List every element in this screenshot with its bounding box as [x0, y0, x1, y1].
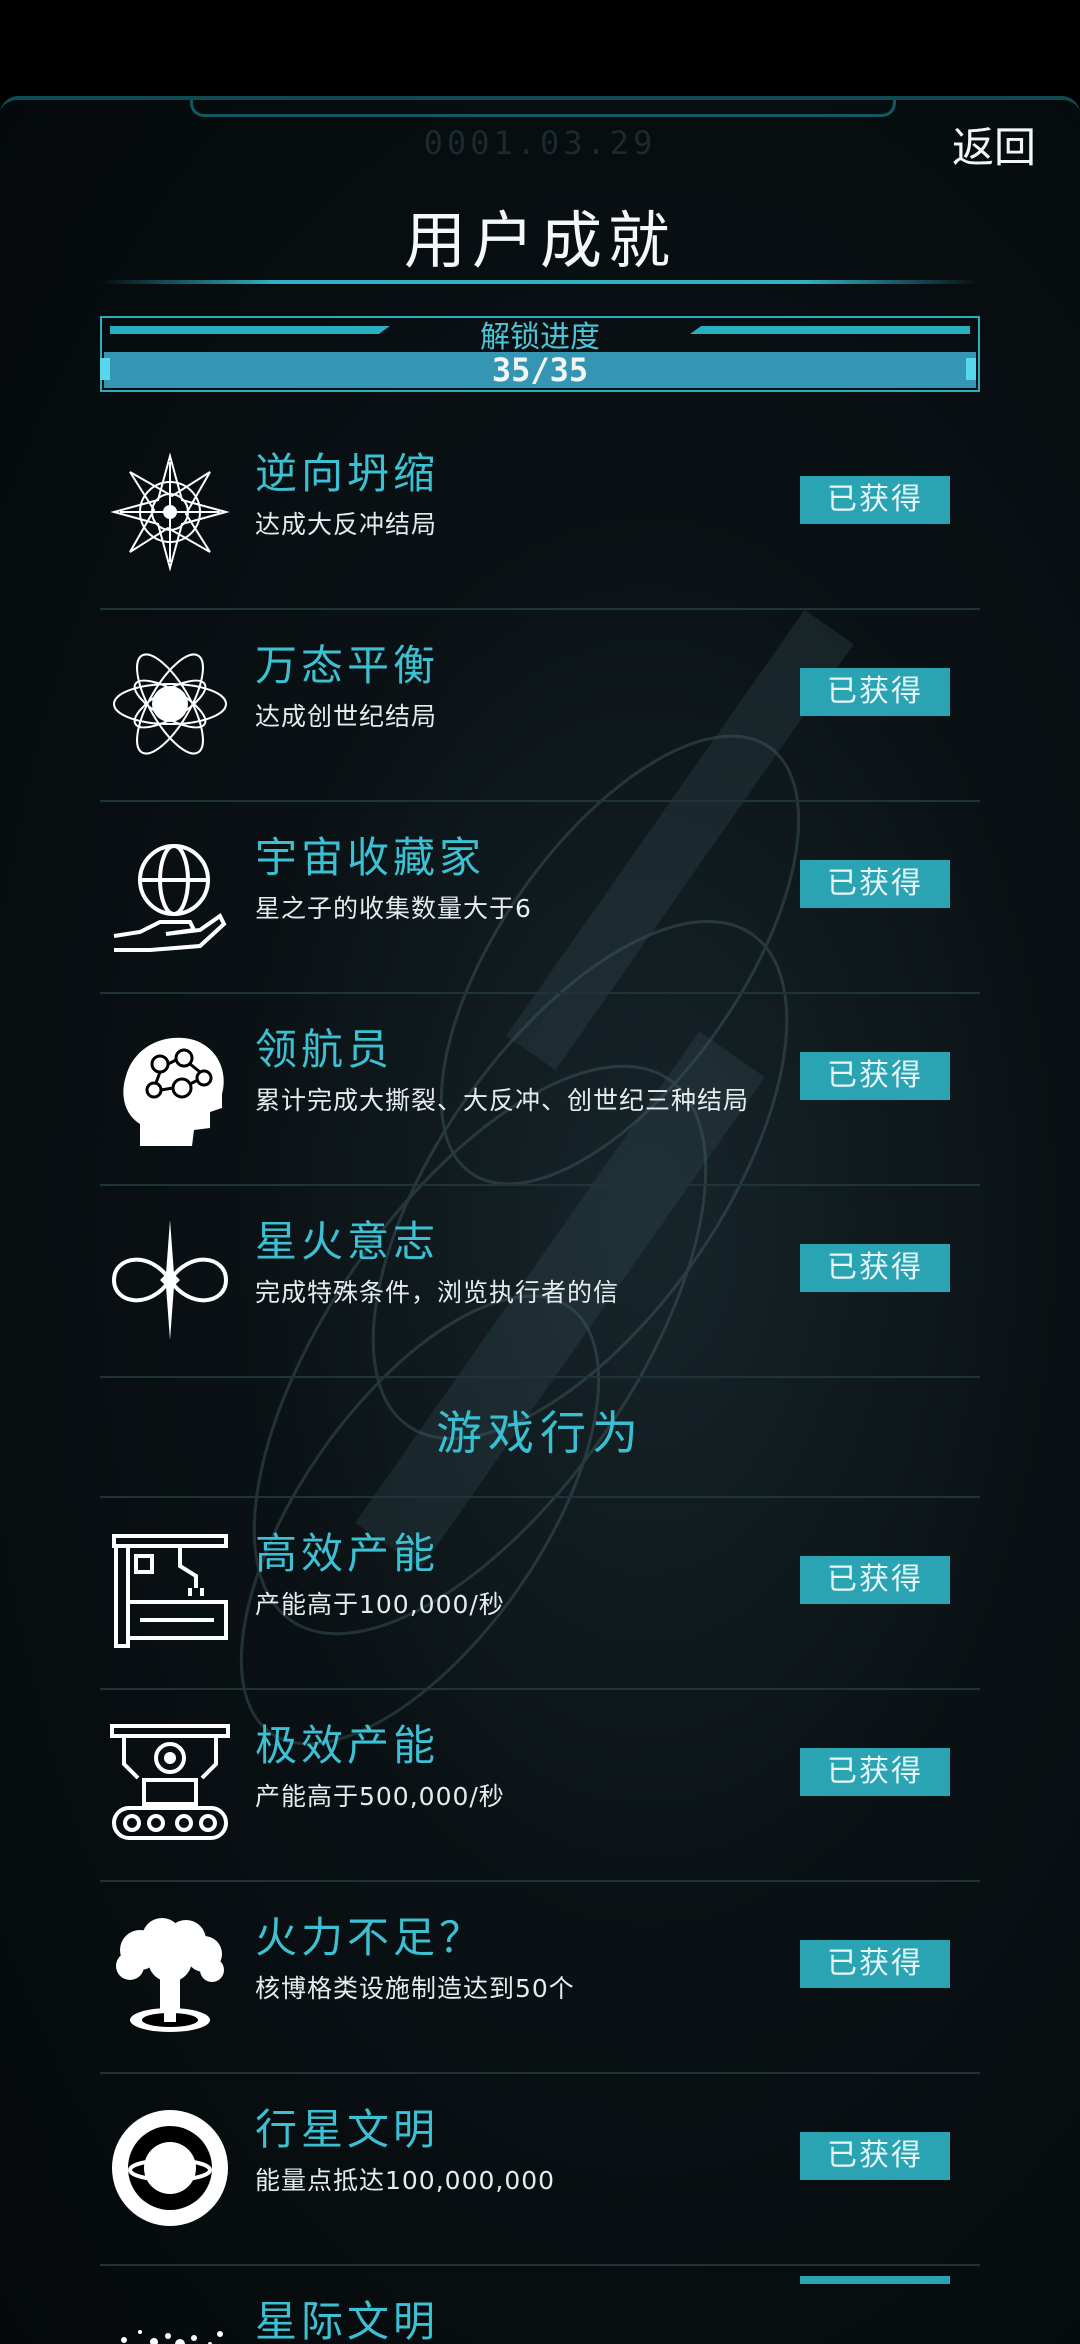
ringed-planet-icon [112, 2110, 228, 2226]
achievement-name: 极效产能 [255, 1721, 440, 1770]
achievement-name: 逆向坍缩 [255, 449, 440, 498]
achievement-item: 行星文明 能量点抵达100,000,000 已获得 [100, 2074, 980, 2266]
obtained-button[interactable]: 已获得 [800, 1244, 950, 1292]
achievement-desc: 产能高于500,000/秒 [255, 1782, 505, 1811]
achievement-name: 火力不足？ [255, 1913, 486, 1962]
section-title-game-behavior: 游戏行为 [100, 1378, 980, 1498]
obtained-button[interactable]: 已获得 [800, 1052, 950, 1100]
hand-globe-icon [113, 844, 227, 952]
achievement-item: 逆向坍缩 达成大反冲结局 已获得 [100, 418, 980, 610]
obtained-button-partial[interactable] [800, 2276, 950, 2284]
title-divider [100, 280, 980, 284]
achievement-desc: 能量点抵达100,000,000 [255, 2166, 556, 2195]
achievement-name: 领航员 [255, 1025, 394, 1074]
achievement-desc: 核博格类设施制造达到50个 [255, 1974, 575, 2003]
achievement-desc: 达成创世纪结局 [255, 702, 438, 731]
mandala-star-icon [110, 452, 230, 572]
achievement-name: 星际文明 [255, 2297, 440, 2344]
achievement-name: 星火意志 [255, 1217, 440, 1266]
orbit-atom-icon [113, 653, 227, 755]
obtained-button[interactable]: 已获得 [800, 1748, 950, 1796]
achievement-item: 万态平衡 达成创世纪结局 已获得 [100, 610, 980, 802]
achievement-desc: 星之子的收集数量大于6 [255, 894, 532, 923]
obtained-button[interactable]: 已获得 [800, 1556, 950, 1604]
obtained-button[interactable]: 已获得 [800, 1940, 950, 1988]
achievement-item: 领航员 累计完成大撕裂、大反冲、创世纪三种结局 已获得 [100, 994, 980, 1186]
star-cluster-icon [121, 2330, 223, 2344]
achievements-panel: 0001.03.29 返回 用户成就 解锁进度 35/35 逆向坍缩 达成大反冲… [0, 96, 1080, 2344]
game-date: 0001.03.29 [423, 124, 657, 162]
achievement-desc: 产能高于100,000/秒 [255, 1590, 505, 1619]
mushroom-cloud-icon [116, 1918, 224, 2032]
achievement-item: 极效产能 产能高于500,000/秒 已获得 [100, 1690, 980, 1882]
achievement-item: 星火意志 完成特殊条件，浏览执行者的信 已获得 [100, 1186, 980, 1378]
progress-label: 解锁进度 [480, 320, 600, 355]
obtained-button[interactable]: 已获得 [800, 2132, 950, 2180]
robot-arm-icon [112, 1534, 228, 1648]
unlock-progress: 解锁进度 35/35 [100, 316, 980, 392]
page-title: 用户成就 [403, 204, 676, 277]
obtained-button[interactable]: 已获得 [800, 860, 950, 908]
achievement-desc: 完成特殊条件，浏览执行者的信 [255, 1278, 620, 1307]
achievement-item: 高效产能 产能高于100,000/秒 已获得 [100, 1498, 980, 1690]
obtained-button[interactable]: 已获得 [800, 668, 950, 716]
achievement-item: 宇宙收藏家 星之子的收集数量大于6 已获得 [100, 802, 980, 994]
back-button[interactable]: 返回 [952, 114, 1036, 175]
achievement-item: 火力不足？ 核博格类设施制造达到50个 已获得 [100, 1882, 980, 2074]
achievement-name: 万态平衡 [255, 641, 440, 690]
brain-head-icon [123, 1037, 224, 1146]
achievement-name: 高效产能 [255, 1529, 440, 1578]
achievement-list[interactable]: 逆向坍缩 达成大反冲结局 已获得 万态平衡 达成创世纪结局 已获得 宇宙收藏家 … [100, 418, 980, 2344]
obtained-button[interactable]: 已获得 [800, 476, 950, 524]
achievement-name: 行星文明 [255, 2105, 440, 2154]
frame-tab-decoration [190, 100, 896, 117]
conveyor-gear-icon [110, 1724, 230, 1840]
progress-value: 35/35 [491, 351, 589, 389]
achievement-desc: 达成大反冲结局 [255, 510, 438, 539]
achievement-item: 星际文明 [100, 2266, 980, 2344]
infinity-star-icon [111, 1220, 229, 1340]
achievement-name: 宇宙收藏家 [255, 833, 486, 882]
achievement-desc: 累计完成大撕裂、大反冲、创世纪三种结局 [255, 1086, 750, 1115]
